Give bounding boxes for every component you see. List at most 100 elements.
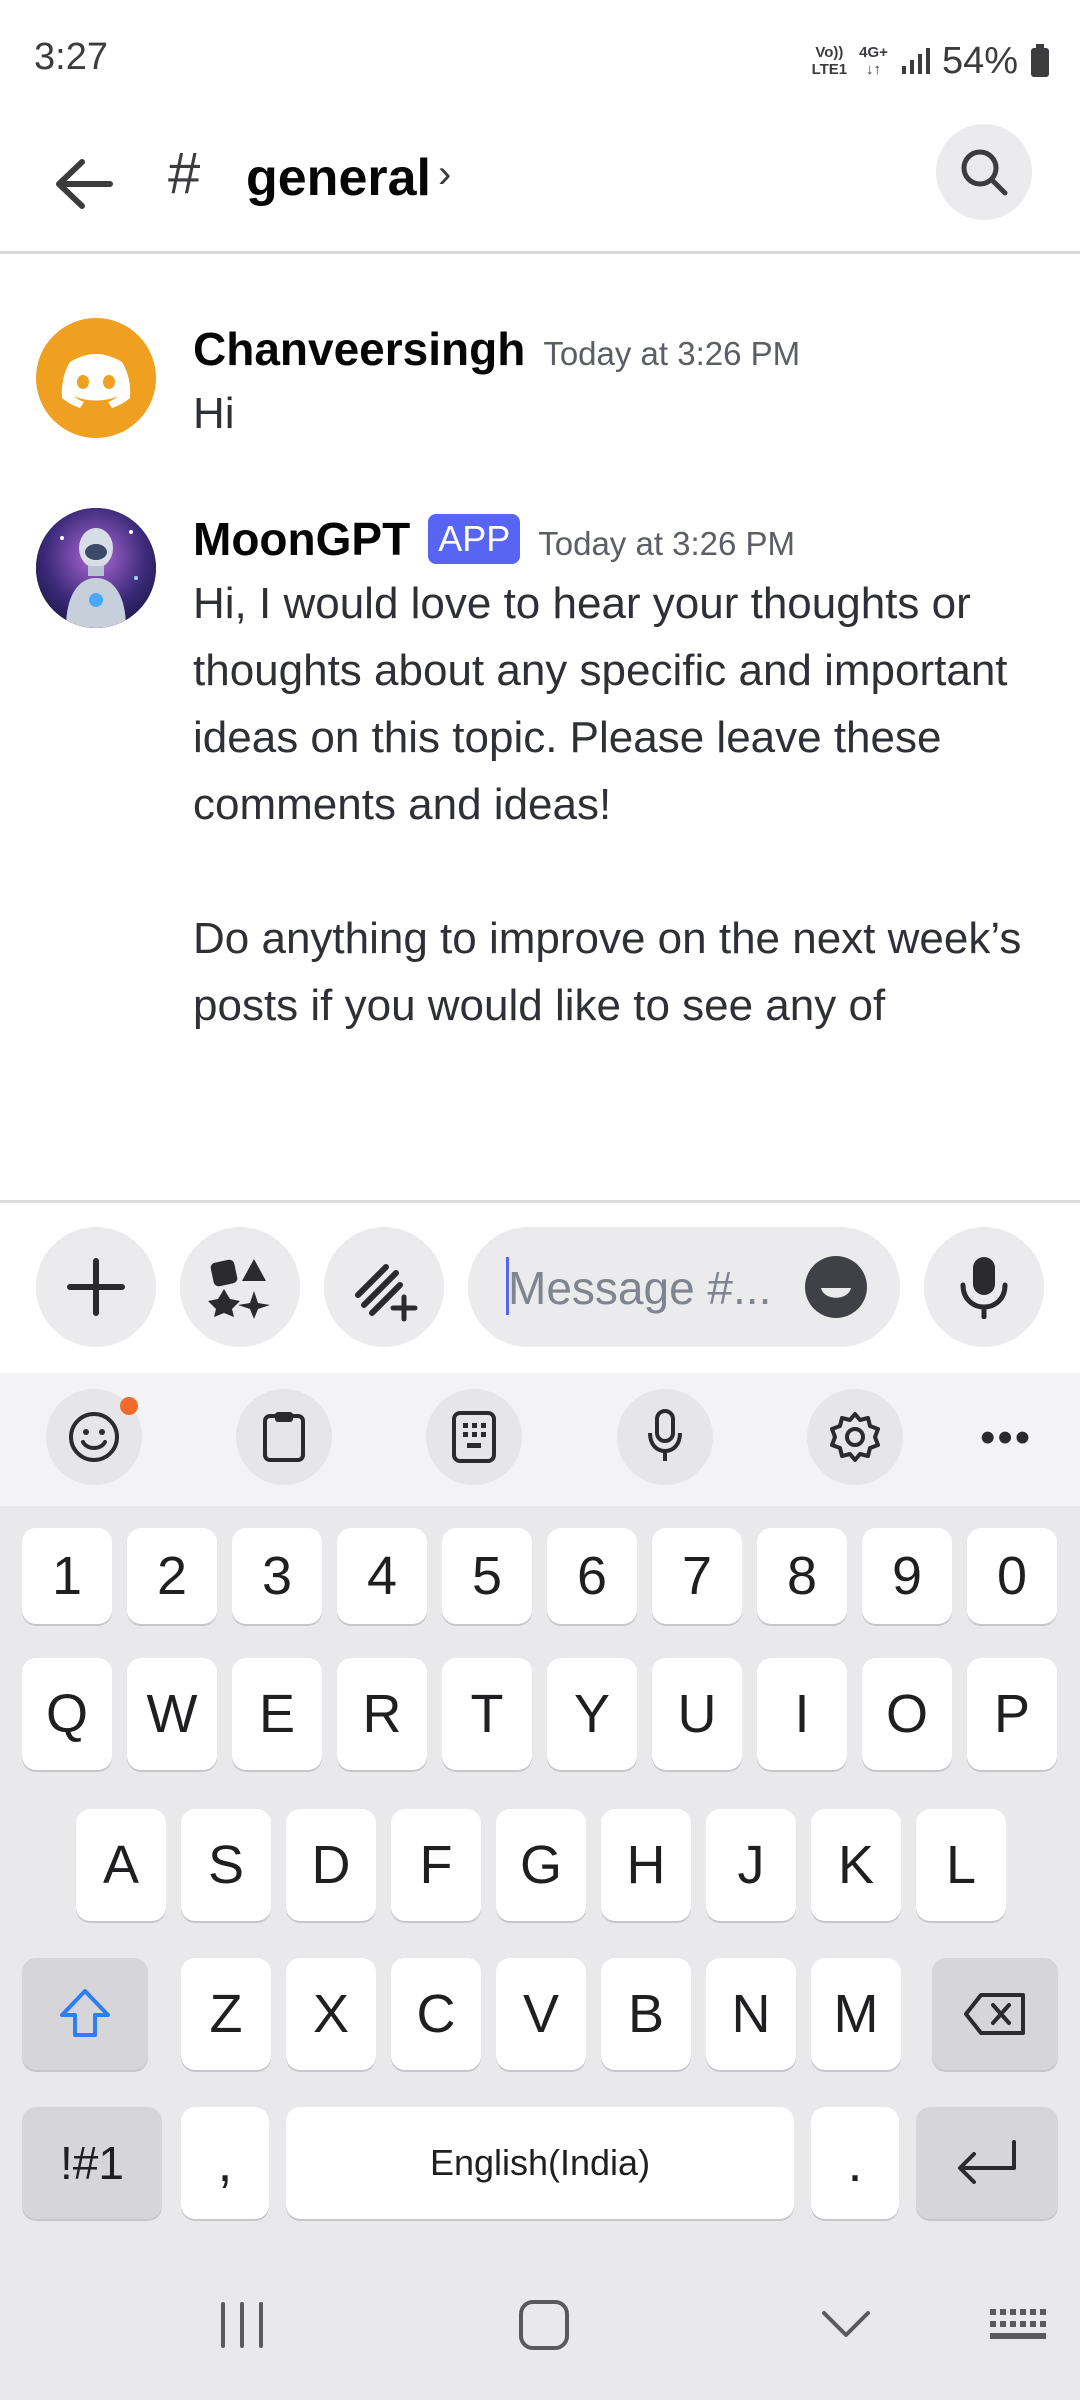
recents-button[interactable] (192, 2290, 292, 2360)
search-icon (961, 149, 1008, 196)
backspace-icon (964, 1993, 1025, 2035)
activities-button[interactable] (324, 1227, 444, 1347)
battery-icon (1031, 44, 1049, 77)
volte-indicator: Vo)) LTE1 (811, 44, 848, 78)
status-bar: 3:27 Vo)) LTE1 4G+ ↓↑ 54% (0, 0, 1080, 120)
timestamp: Today at 3:26 PM (538, 525, 796, 562)
keypad-icon (452, 1411, 496, 1463)
keyboard-toolbar: ••• (0, 1373, 1080, 1506)
key-i[interactable]: I (757, 1658, 847, 1770)
apps-button[interactable] (180, 1227, 300, 1347)
chevron-down-icon (822, 2311, 870, 2337)
username[interactable]: Chanveersingh (193, 322, 525, 376)
emoji-icon[interactable] (804, 1255, 868, 1319)
channel-hash-icon: # (168, 141, 201, 206)
voice-message-button[interactable] (924, 1227, 1044, 1347)
key-w[interactable]: W (127, 1658, 217, 1770)
key-u[interactable]: U (652, 1658, 742, 1770)
key-c[interactable]: C (391, 1958, 481, 2070)
key-x[interactable]: X (286, 1958, 376, 2070)
chevron-right-icon[interactable]: › (438, 152, 451, 197)
key-6[interactable]: 6 (547, 1528, 637, 1624)
message[interactable]: MoonGPT APP Today at 3:26 PM Hi, I would… (0, 446, 1080, 1200)
key-b[interactable]: B (601, 1958, 691, 2070)
key-y[interactable]: Y (547, 1658, 637, 1770)
key-z[interactable]: Z (181, 1958, 271, 2070)
key-4[interactable]: 4 (337, 1528, 427, 1624)
plus-icon (67, 1258, 125, 1316)
message-list[interactable]: Chanveersingh Today at 3:26 PM Hi MoonGP… (0, 256, 1080, 1200)
keyboard-settings-button[interactable] (807, 1389, 903, 1485)
home-button[interactable] (494, 2290, 594, 2360)
attach-button[interactable] (36, 1227, 156, 1347)
network-type-indicator: 4G+ ↓↑ (859, 44, 888, 78)
status-icons: Vo)) LTE1 4G+ ↓↑ 54% (812, 38, 1050, 84)
key-5[interactable]: 5 (442, 1528, 532, 1624)
key-l[interactable]: L (916, 1809, 1006, 1921)
key-7[interactable]: 7 (652, 1528, 742, 1624)
status-time: 3:27 (34, 36, 108, 78)
key-v[interactable]: V (496, 1958, 586, 2070)
symbols-key[interactable]: !#1 (22, 2107, 162, 2219)
signal-icon (901, 48, 930, 74)
message[interactable]: Chanveersingh Today at 3:26 PM Hi (0, 256, 1080, 438)
username[interactable]: MoonGPT (193, 512, 410, 566)
space-key[interactable]: English(India) (286, 2107, 794, 2219)
shift-key[interactable] (22, 1958, 148, 2070)
notification-dot (120, 1397, 138, 1415)
discord-logo-icon (61, 354, 131, 408)
slash-commands-icon (355, 1264, 418, 1322)
backspace-key[interactable] (932, 1958, 1058, 2070)
key-a[interactable]: A (76, 1809, 166, 1921)
keyboard-icon (990, 2309, 1046, 2339)
key-o[interactable]: O (862, 1658, 952, 1770)
key-m[interactable]: M (811, 1958, 901, 2070)
back-button[interactable] (48, 148, 120, 220)
key-e[interactable]: E (232, 1658, 322, 1770)
keypad-button[interactable] (426, 1389, 522, 1485)
key-p[interactable]: P (967, 1658, 1057, 1770)
search-button[interactable] (936, 124, 1032, 220)
key-1[interactable]: 1 (22, 1528, 112, 1624)
enter-key[interactable] (916, 2107, 1058, 2219)
period-key[interactable]: . (811, 2107, 899, 2219)
key-f[interactable]: F (391, 1809, 481, 1921)
message-composer: Message #... (0, 1203, 1080, 1373)
more-options-icon[interactable]: ••• (980, 1413, 1032, 1463)
shift-icon (60, 1989, 110, 2037)
clipboard-icon (263, 1412, 305, 1462)
recents-icon (221, 2302, 263, 2348)
key-t[interactable]: T (442, 1658, 532, 1770)
app-badge: APP (428, 514, 521, 564)
avatar[interactable] (36, 318, 156, 438)
channel-name[interactable]: general (246, 148, 431, 208)
keyboard-switch-button[interactable] (968, 2290, 1068, 2360)
key-j[interactable]: J (706, 1809, 796, 1921)
key-0[interactable]: 0 (967, 1528, 1057, 1624)
message-input[interactable]: Message #... (468, 1227, 900, 1347)
message-text: Hi, I would love to hear your thoughts o… (193, 570, 1053, 1039)
key-s[interactable]: S (181, 1809, 271, 1921)
battery-percent: 54% (941, 39, 1018, 82)
emoji-icon (69, 1412, 119, 1462)
key-3[interactable]: 3 (232, 1528, 322, 1624)
clipboard-button[interactable] (236, 1389, 332, 1485)
key-9[interactable]: 9 (862, 1528, 952, 1624)
key-r[interactable]: R (337, 1658, 427, 1770)
key-h[interactable]: H (601, 1809, 691, 1921)
key-n[interactable]: N (706, 1958, 796, 2070)
message-text: Hi (193, 389, 235, 438)
avatar[interactable] (36, 508, 156, 628)
back-nav-button[interactable] (796, 2290, 896, 2360)
comma-key[interactable]: , (181, 2107, 269, 2219)
key-g[interactable]: G (496, 1809, 586, 1921)
arrow-left-icon (56, 159, 113, 209)
key-q[interactable]: Q (22, 1658, 112, 1770)
message-header: MoonGPT APP Today at 3:26 PM (193, 512, 795, 566)
key-k[interactable]: K (811, 1809, 901, 1921)
voice-input-button[interactable] (617, 1389, 713, 1485)
key-d[interactable]: D (286, 1809, 376, 1921)
robot-avatar-icon (36, 508, 156, 628)
key-2[interactable]: 2 (127, 1528, 217, 1624)
key-8[interactable]: 8 (757, 1528, 847, 1624)
